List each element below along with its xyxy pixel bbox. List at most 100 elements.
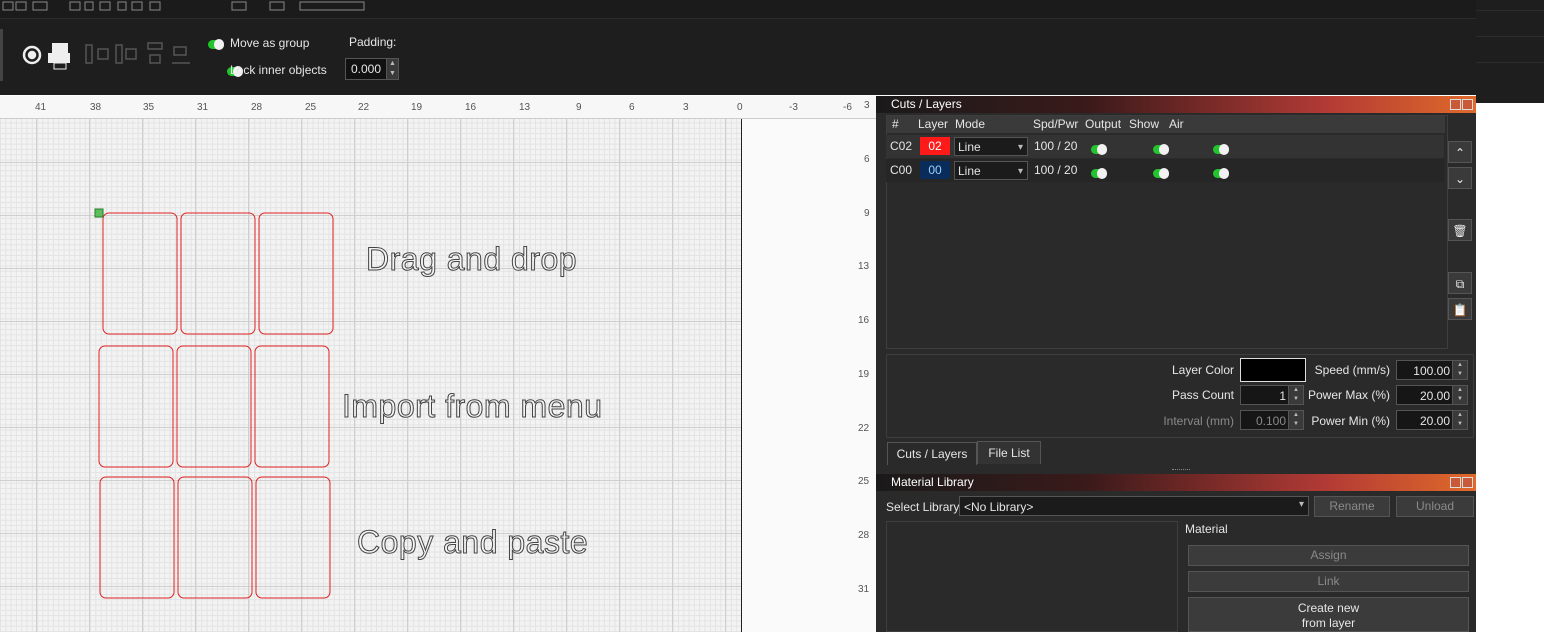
- cuts-layers-title: Cuts / Layers: [891, 97, 962, 111]
- power-max-input[interactable]: 20.00 ▲ ▼: [1396, 385, 1468, 405]
- speed-spin[interactable]: ▲ ▼: [1452, 361, 1467, 379]
- align-icons: [85, 42, 190, 64]
- canvas-text-drag-drop[interactable]: Drag and drop: [365, 241, 577, 278]
- power-min-spin[interactable]: ▲ ▼: [1452, 411, 1467, 429]
- layer-spd-pwr: 100 / 20: [1034, 163, 1078, 177]
- layer-spd-pwr: 100 / 20: [1034, 139, 1078, 153]
- assign-button[interactable]: Assign: [1188, 545, 1469, 566]
- material-library-title: Material Library: [891, 475, 974, 489]
- move-up-button[interactable]: ⌃: [1448, 141, 1472, 163]
- print-cut-icon[interactable]: [48, 43, 70, 70]
- paste-icon: 📋: [1452, 303, 1468, 317]
- card-shape: [177, 476, 253, 599]
- paste-layer-button[interactable]: 📋: [1448, 298, 1472, 320]
- layer-row[interactable]: C02 02 Line 100 / 20: [886, 135, 1444, 158]
- layer-color-chip[interactable]: 02: [920, 137, 950, 155]
- tab-cuts-layers[interactable]: Cuts / Layers: [887, 442, 977, 465]
- power-min-input[interactable]: 20.00 ▲ ▼: [1396, 410, 1468, 430]
- interval-input[interactable]: 0.100 ▲ ▼: [1240, 410, 1304, 430]
- padding-input[interactable]: 0.000 ▲ ▼: [345, 58, 399, 80]
- layer-mode-select[interactable]: Line: [954, 137, 1028, 157]
- card-shape: [180, 212, 256, 335]
- layer-color-chip[interactable]: 00: [920, 161, 950, 179]
- ruler-tick: 9: [864, 208, 870, 219]
- power-min-value: 20.00: [1419, 414, 1450, 428]
- selection-handle: [94, 208, 104, 218]
- create-new-line1: Create new: [1297, 601, 1360, 615]
- pass-count-label: Pass Count: [1171, 388, 1234, 402]
- card-shape: [99, 476, 175, 599]
- power-max-spin[interactable]: ▲ ▼: [1452, 386, 1467, 404]
- workspace-edge: [741, 96, 742, 632]
- ruler-tick: -6: [843, 102, 852, 113]
- splitter-handle[interactable]: [1172, 469, 1190, 472]
- layer-mode-select[interactable]: Line: [954, 161, 1028, 181]
- pass-count-value: 1: [1279, 389, 1286, 403]
- output-toggle[interactable]: [1091, 144, 1107, 156]
- ruler-tick: 28: [858, 530, 870, 541]
- speed-value: 100.00: [1413, 364, 1450, 378]
- interval-value: 0.100: [1255, 414, 1286, 428]
- ruler-tick: 31: [858, 584, 870, 595]
- lock-inner-objects-label: Lock inner objects: [230, 63, 327, 77]
- tab-file-list[interactable]: File List: [977, 441, 1041, 464]
- ruler-tick: -3: [789, 102, 798, 113]
- toolbar-grip: [0, 29, 3, 81]
- padding-spin-buttons[interactable]: ▲ ▼: [386, 59, 398, 79]
- power-min-label: Power Min (%): [1311, 414, 1390, 428]
- move-down-button[interactable]: ⌄: [1448, 167, 1472, 189]
- ruler-tick: 13: [858, 261, 870, 272]
- cuts-layers-panel: Cuts / Layers # Layer Mode Spd/Pwr Outpu…: [876, 96, 1476, 632]
- material-library-titlebar: Material Library: [876, 474, 1476, 491]
- padding-value: 0.000: [351, 62, 382, 76]
- output-toggle[interactable]: [1091, 168, 1107, 180]
- layer-color-label: Layer Color: [1171, 363, 1234, 377]
- col-header: Show: [1129, 117, 1160, 131]
- canvas-text-import[interactable]: Import from menu: [342, 388, 603, 425]
- show-toggle[interactable]: [1153, 144, 1170, 156]
- canvas-off-area[interactable]: [742, 96, 876, 632]
- power-max-value: 20.00: [1419, 389, 1450, 403]
- create-new-line2: from layer: [1301, 616, 1356, 630]
- card-shape: [176, 345, 252, 468]
- material-tree[interactable]: [886, 521, 1178, 632]
- ruler-tick: 19: [858, 369, 870, 380]
- col-header: Air: [1169, 117, 1184, 131]
- close-icon[interactable]: [1462, 99, 1473, 110]
- copy-layer-button[interactable]: ⧉: [1448, 272, 1472, 294]
- chevron-up-icon: ⌃: [1454, 146, 1466, 160]
- layer-row[interactable]: C00 00 Line 100 / 20: [886, 159, 1444, 182]
- move-as-group-label: Move as group: [230, 36, 310, 50]
- close-icon[interactable]: [1462, 477, 1473, 488]
- toolbar: Move as group Lock inner objects Padding…: [0, 19, 1476, 95]
- show-toggle[interactable]: [1153, 168, 1170, 180]
- air-toggle[interactable]: [1212, 168, 1229, 180]
- speed-label: Speed (mm/s): [1314, 363, 1390, 377]
- card-shape: [254, 345, 330, 468]
- top-strip: [0, 0, 1476, 19]
- canvas-text-copy-paste[interactable]: Copy and paste: [356, 524, 588, 561]
- delete-layer-button[interactable]: 🗑: [1448, 219, 1472, 241]
- float-icon[interactable]: [1450, 477, 1461, 488]
- pass-count-input[interactable]: 1 ▲ ▼: [1240, 385, 1304, 405]
- rename-button[interactable]: Rename: [1314, 496, 1390, 517]
- rotate-icon[interactable]: [22, 45, 42, 65]
- layers-header: # Layer Mode Spd/Pwr Output Show Air: [887, 116, 1445, 133]
- ruler-tick: 25: [858, 476, 870, 487]
- library-select-value: <No Library>: [964, 500, 1034, 514]
- library-select[interactable]: <No Library> ▾: [959, 496, 1309, 516]
- chevron-down-icon: ⌄: [1454, 172, 1466, 186]
- unload-button[interactable]: Unload: [1396, 496, 1474, 517]
- create-new-from-layer-button[interactable]: Create new from layer: [1188, 597, 1469, 632]
- col-header: Mode: [955, 117, 986, 131]
- float-icon[interactable]: [1450, 99, 1461, 110]
- speed-input[interactable]: 100.00 ▲ ▼: [1396, 360, 1468, 380]
- air-toggle[interactable]: [1212, 144, 1229, 156]
- toolbar-action-icons: [22, 43, 70, 70]
- move-as-group-toggle[interactable]: [208, 39, 224, 51]
- right-dark-area: [1476, 0, 1544, 103]
- link-button[interactable]: Link: [1188, 571, 1469, 592]
- select-library-label: Select Library: [886, 500, 960, 514]
- card-shape: [102, 212, 178, 335]
- col-header: Output: [1085, 117, 1122, 131]
